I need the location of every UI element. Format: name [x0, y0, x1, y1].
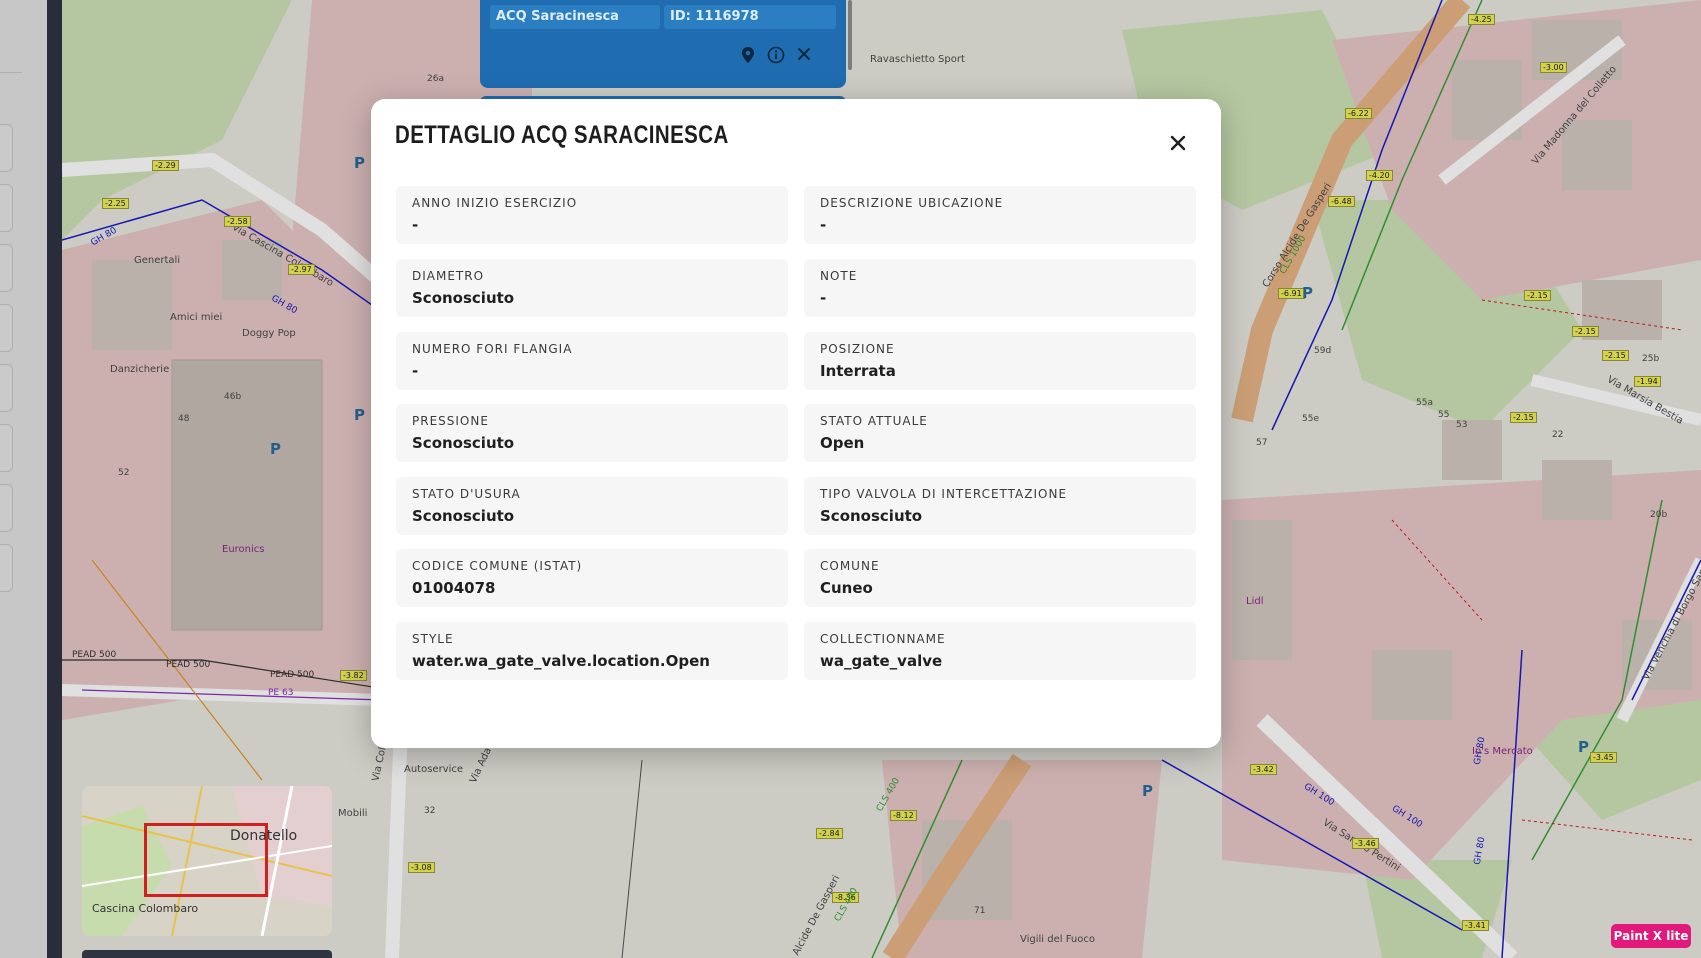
field-tipo-valvola: Tipo valvola di intercettazione Sconosci… [804, 477, 1196, 535]
field-label: Collectionname [820, 632, 946, 646]
field-label: Tipo valvola di intercettazione [820, 487, 1068, 501]
field-collectionname: Collectionname wa_gate_valve [804, 622, 1196, 680]
field-value: Interrata [820, 362, 896, 380]
overview-minimap[interactable]: Donatello Cascina Colombaro [82, 786, 332, 936]
feature-id-chip: ID: 1116978 [664, 5, 836, 29]
field-pressione: Pressione Sconosciuto [396, 404, 788, 462]
feature-info-card: ACQ Saracinesca ID: 1116978 [480, 0, 846, 88]
field-label: Note [820, 269, 858, 283]
field-label: Diametro [412, 269, 485, 283]
field-label: Style [412, 632, 454, 646]
minimap-label: Cascina Colombaro [92, 902, 199, 915]
field-value: Open [820, 434, 865, 452]
detail-modal: Dettaglio ACQ Saracinesca Anno inizio es… [371, 99, 1221, 748]
field-note: Note - [804, 259, 1196, 317]
field-value: Sconosciuto [412, 434, 515, 452]
field-style: Style water.wa_gate_valve.location.Open [396, 622, 788, 680]
modal-title: Dettaglio ACQ Saracinesca [395, 121, 729, 149]
field-label: Comune [820, 559, 880, 573]
field-label: Numero fori flangia [412, 342, 573, 356]
info-icon[interactable] [766, 46, 786, 66]
modal-close-button[interactable] [1164, 129, 1192, 157]
field-label: Codice comune (ISTAT) [412, 559, 583, 573]
minimap-label: Donatello [230, 828, 298, 844]
field-value: water.wa_gate_valve.location.Open [412, 652, 710, 670]
field-label: Descrizione ubicazione [820, 196, 1004, 210]
field-anno-inizio-esercizio: Anno inizio esercizio - [396, 186, 788, 244]
field-value: - [412, 216, 419, 234]
field-value: - [820, 216, 827, 234]
field-value: Sconosciuto [412, 289, 515, 307]
field-stato-attuale: Stato attuale Open [804, 404, 1196, 462]
close-icon [1170, 135, 1186, 151]
feature-name-chip: ACQ Saracinesca [490, 5, 660, 29]
field-value: Sconosciuto [820, 507, 923, 525]
field-label: Stato attuale [820, 414, 928, 428]
field-codice-comune: Codice comune (ISTAT) 01004078 [396, 549, 788, 607]
field-value: 01004078 [412, 579, 496, 597]
paint-x-lite-badge[interactable]: Paint X lite [1611, 924, 1691, 948]
field-descrizione-ubicazione: Descrizione ubicazione - [804, 186, 1196, 244]
field-comune: Comune Cuneo [804, 549, 1196, 607]
field-stato-usura: Stato d'usura Sconosciuto [396, 477, 788, 535]
field-value: Sconosciuto [412, 507, 515, 525]
close-icon[interactable] [794, 46, 814, 66]
field-diametro: Diametro Sconosciuto [396, 259, 788, 317]
location-pin-icon[interactable] [738, 46, 758, 66]
field-label: Pressione [412, 414, 489, 428]
bottom-panel-handle[interactable] [82, 950, 332, 958]
info-card-scrollbar[interactable] [848, 0, 852, 70]
field-value: Cuneo [820, 579, 873, 597]
field-value: - [412, 362, 419, 380]
field-label: Stato d'usura [412, 487, 521, 501]
field-value: - [820, 289, 827, 307]
field-value: wa_gate_valve [820, 652, 943, 670]
field-numero-fori-flangia: Numero fori flangia - [396, 332, 788, 390]
field-label: Posizione [820, 342, 895, 356]
field-posizione: Posizione Interrata [804, 332, 1196, 390]
field-label: Anno inizio esercizio [412, 196, 578, 210]
